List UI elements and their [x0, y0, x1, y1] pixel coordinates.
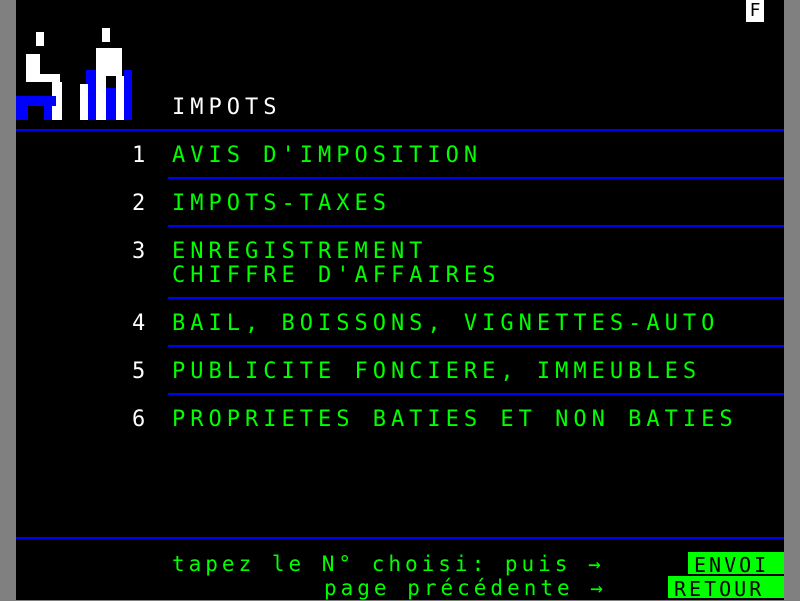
menu-item-label: PROPRIETES BATIES ET NON BATIES: [172, 407, 738, 432]
menu-item-number: 6: [132, 407, 151, 432]
menu-divider: [168, 393, 784, 395]
page-indicator-badge: F: [746, 0, 764, 22]
envoi-key[interactable]: ENVOI: [688, 552, 784, 576]
choice-prompt: tapez le N° choisi: puis →: [172, 552, 605, 576]
tax-office-logo-icon: [16, 28, 132, 120]
menu-divider: [168, 177, 784, 179]
back-prompt: page précédente →: [324, 576, 607, 600]
menu-item-label: BAIL, BOISSONS, VIGNETTES-AUTO: [172, 311, 720, 336]
menu-item-number: 4: [132, 311, 151, 336]
menu-item-number: 1: [132, 143, 151, 168]
menu-item-number: 2: [132, 191, 151, 216]
menu-item-label: AVIS D'IMPOSITION: [172, 143, 483, 168]
minitel-screen: F IMPOTS 1 AVIS D'IMPOSITION 2 IMPOTS-TA…: [16, 0, 784, 600]
menu-item-number: 5: [132, 359, 151, 384]
menu-item-label: IMPOTS-TAXES: [172, 191, 391, 216]
retour-key[interactable]: RETOUR: [668, 576, 784, 600]
menu-item-number: 3: [132, 239, 151, 264]
footer-divider: [16, 537, 784, 539]
menu-item-label: ENREGISTREMENT: [172, 239, 428, 264]
title-divider: [16, 129, 784, 131]
page-title: IMPOTS: [172, 95, 282, 120]
menu-item-label-line2: CHIFFRE D'AFFAIRES: [172, 263, 501, 288]
menu-item-label: PUBLICITE FONCIERE, IMMEUBLES: [172, 359, 702, 384]
menu-divider: [168, 345, 784, 347]
menu-divider: [168, 225, 784, 227]
menu-divider: [168, 297, 784, 299]
